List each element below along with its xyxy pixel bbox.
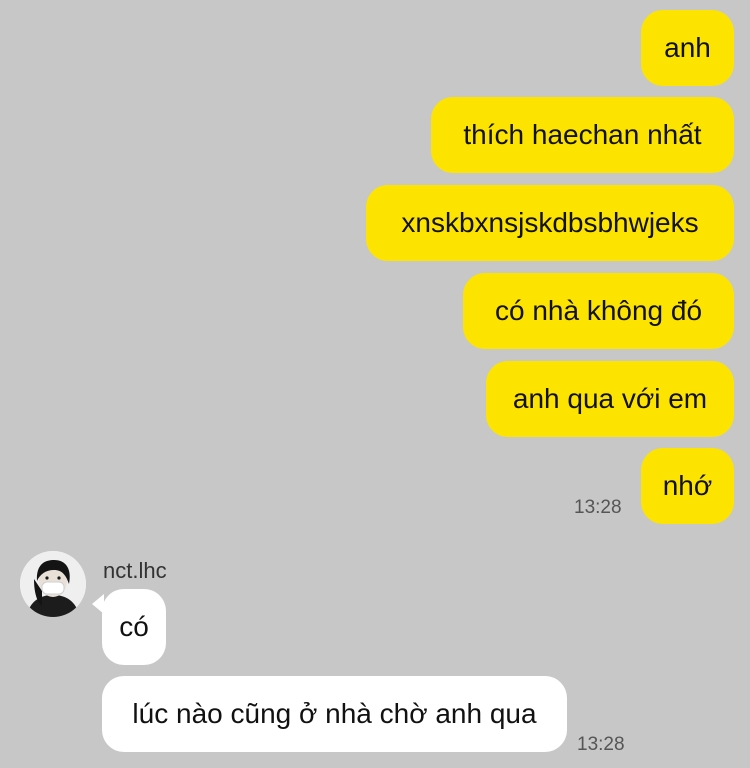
sender-name[interactable]: nct.lhc [103,558,167,584]
outgoing-message-bubble[interactable]: có nhà không đó [463,273,734,349]
outgoing-message-bubble[interactable]: anh qua với em [486,361,734,437]
outgoing-message-bubble[interactable]: xnskbxnsjskdbsbhwjeks [366,185,734,261]
outgoing-message-bubble[interactable]: nhớ [641,448,734,524]
outgoing-message-bubble[interactable]: thích haechan nhất [431,97,734,173]
chat-conversation: anh thích haechan nhất xnskbxnsjskdbsbhw… [0,0,750,768]
profile-photo-person-with-mask-icon [20,551,86,617]
sender-avatar[interactable] [20,551,86,617]
outgoing-message-bubble[interactable]: anh [641,10,734,86]
incoming-message-bubble[interactable]: lúc nào cũng ở nhà chờ anh qua [102,676,567,752]
outgoing-timestamp: 13:28 [574,497,622,518]
incoming-timestamp: 13:28 [577,734,625,755]
incoming-message-bubble[interactable]: có [102,589,166,665]
